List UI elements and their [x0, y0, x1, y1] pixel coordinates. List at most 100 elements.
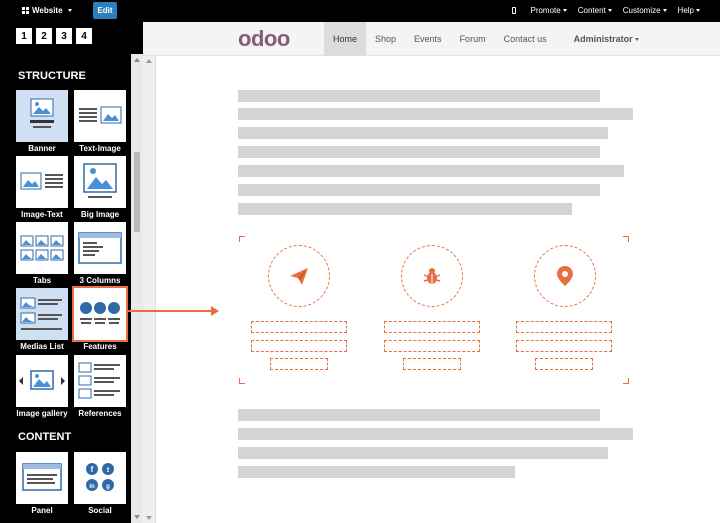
3-columns-thumbnail — [74, 222, 126, 274]
website-menu[interactable]: Website — [22, 6, 72, 15]
corner-mark — [623, 236, 629, 242]
edit-button[interactable]: Edit — [93, 2, 117, 19]
text-placeholder-line — [238, 90, 600, 102]
snippet-label: Image gallery — [16, 409, 68, 418]
scroll-thumb[interactable] — [134, 152, 140, 232]
social-thumbnail: f t in g — [74, 452, 126, 504]
medias-list-thumbnail — [16, 288, 68, 340]
scroll-down-icon[interactable] — [134, 515, 140, 519]
panel-thumb-icon — [22, 463, 62, 491]
feature-icon-circle — [401, 245, 463, 307]
menu-customize[interactable]: Customize — [623, 6, 667, 15]
paper-plane-icon — [290, 268, 308, 285]
text-placeholder-line — [238, 203, 572, 215]
user-name: Administrator — [573, 34, 633, 44]
nav-events[interactable]: Events — [405, 22, 451, 56]
svg-text:in: in — [89, 484, 95, 490]
snippet-label: Banner — [28, 144, 56, 153]
chevron-down-icon — [562, 9, 567, 13]
image-gallery-thumbnail — [16, 355, 68, 407]
page-button-3[interactable]: 3 — [56, 28, 72, 44]
page-button-2[interactable]: 2 — [36, 28, 52, 44]
banner-thumbnail — [16, 90, 68, 142]
big-image-thumbnail — [74, 156, 126, 208]
feature-link-placeholder — [403, 358, 461, 370]
svg-text:f: f — [91, 465, 94, 474]
menu-help-label: Help — [677, 6, 694, 15]
chevron-down-icon — [662, 9, 667, 13]
feature-title-placeholder — [384, 321, 480, 333]
feature-icon-circle — [534, 245, 596, 307]
nav-forum[interactable]: Forum — [451, 22, 495, 56]
feature-link-placeholder — [535, 358, 593, 370]
nav-shop[interactable]: Shop — [366, 22, 405, 56]
snippet-label: Panel — [31, 506, 53, 515]
snippet-big-image[interactable]: Big Image — [74, 156, 126, 219]
corner-mark — [239, 378, 245, 384]
top-menus: Promote Content Customize Help — [512, 6, 700, 15]
feature-title-placeholder — [516, 321, 612, 333]
text-image-thumbnail — [74, 90, 126, 142]
snippet-references[interactable]: References — [74, 355, 126, 418]
panel-thumbnail — [16, 452, 68, 504]
mobile-preview-icon[interactable] — [512, 7, 517, 14]
site-nav: Home Shop Events Forum Contact us Admini… — [324, 22, 639, 56]
snippet-label: References — [78, 409, 122, 418]
chevron-down-icon — [607, 9, 612, 13]
snippet-image-text[interactable]: Image-Text — [16, 156, 68, 219]
sidebar-scrollbar[interactable] — [131, 54, 143, 523]
snippet-label: Text-Image — [79, 144, 121, 153]
corner-mark — [239, 236, 245, 242]
odoo-logo-mark: odoo — [238, 26, 290, 51]
text-placeholder-line — [238, 409, 600, 421]
menu-customize-label: Customize — [622, 6, 661, 15]
text-placeholder-line — [238, 184, 600, 196]
website-builder-window: Website Edit Promote Content Customize H… — [0, 0, 720, 523]
logo-text: odoo — [238, 28, 290, 50]
scroll-down-icon[interactable] — [146, 516, 152, 520]
references-thumb-icon — [78, 362, 120, 399]
banner-thumb-icon — [30, 98, 54, 128]
feature-title-placeholder — [251, 321, 347, 333]
bug-icon — [423, 268, 441, 284]
text-placeholder-line — [238, 165, 624, 177]
snippet-panel[interactable]: Panel — [16, 452, 68, 515]
text-placeholder-line — [238, 447, 608, 459]
snippet-banner[interactable]: Banner — [16, 90, 68, 153]
snippet-label: Medias List — [20, 342, 64, 351]
snippet-social[interactable]: f t in g Social — [74, 452, 126, 515]
snippet-3-columns[interactable]: 3 Columns — [74, 222, 126, 285]
snippet-tabs[interactable]: Tabs — [16, 222, 68, 285]
menu-help[interactable]: Help — [678, 6, 700, 15]
features-thumbnail — [72, 286, 128, 342]
page-button-1[interactable]: 1 — [16, 28, 32, 44]
3-columns-thumb-icon — [78, 232, 122, 264]
snippet-image-gallery[interactable]: Image gallery — [16, 355, 68, 418]
feature-text-placeholder — [384, 340, 480, 352]
text-placeholder-line — [238, 108, 633, 120]
top-bar: Website Edit Promote Content Customize H… — [0, 0, 720, 22]
nav-contact-us[interactable]: Contact us — [495, 22, 556, 56]
snippet-features[interactable]: Features — [72, 286, 128, 351]
website-menu-label: Website — [32, 6, 63, 15]
snippet-label: Big Image — [80, 210, 120, 219]
chevron-down-icon — [696, 9, 700, 13]
tabs-thumb-icon — [20, 235, 64, 261]
scroll-up-icon[interactable] — [146, 59, 152, 63]
scroll-up-icon[interactable] — [134, 58, 140, 62]
page-button-4[interactable]: 4 — [76, 28, 92, 44]
menu-content[interactable]: Content — [578, 6, 612, 15]
snippet-label: Social — [88, 506, 112, 515]
user-menu[interactable]: Administrator — [574, 34, 639, 44]
nav-home[interactable]: Home — [324, 22, 367, 56]
menu-promote[interactable]: Promote — [530, 6, 567, 15]
big-image-thumb-icon — [83, 163, 117, 198]
features-thumb-icon — [80, 302, 120, 324]
svg-text:g: g — [106, 484, 110, 490]
corner-mark — [623, 378, 629, 384]
chevron-down-icon — [67, 9, 72, 12]
snippet-text-image[interactable]: Text-Image — [74, 90, 126, 153]
odoo-logo[interactable]: odoo — [238, 26, 302, 56]
page-scrollbar[interactable] — [143, 56, 156, 523]
snippet-medias-list[interactable]: Medias List — [16, 288, 68, 351]
